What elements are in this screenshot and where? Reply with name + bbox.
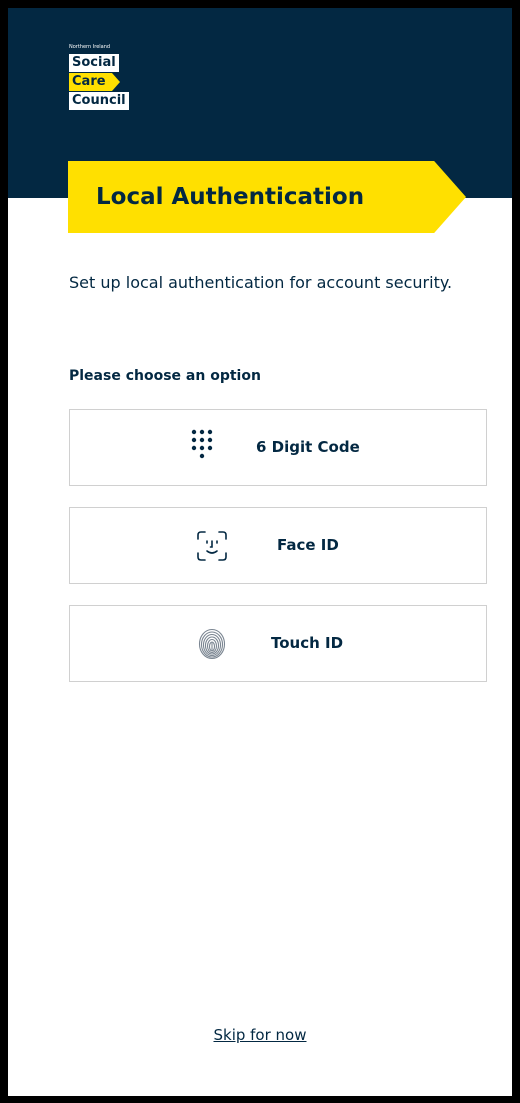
app-screen: Northern Ireland Social Care Council Loc… bbox=[8, 8, 512, 1096]
intro-text: Set up local authentication for account … bbox=[69, 273, 453, 292]
title-banner: Local Authentication bbox=[68, 161, 466, 233]
option-label-face-id: Face ID bbox=[277, 536, 339, 554]
logo: Northern Ireland Social Care Council bbox=[69, 44, 129, 111]
choose-option-label: Please choose an option bbox=[69, 368, 261, 384]
touch-id-option[interactable]: Touch ID bbox=[69, 605, 487, 682]
six-digit-code-option[interactable]: 6 Digit Code bbox=[69, 409, 487, 486]
logo-word-council: Council bbox=[69, 92, 129, 110]
skip-for-now-link[interactable]: Skip for now bbox=[8, 1024, 512, 1046]
logo-word-social: Social bbox=[69, 54, 119, 72]
logo-word-care: Care bbox=[69, 73, 120, 91]
face-id-icon bbox=[197, 530, 227, 561]
logo-tagline: Northern Ireland bbox=[69, 44, 111, 50]
fingerprint-icon bbox=[198, 628, 226, 659]
option-label-six-digit-code: 6 Digit Code bbox=[256, 438, 360, 456]
face-id-option[interactable]: Face ID bbox=[69, 507, 487, 584]
page-title: Local Authentication bbox=[96, 184, 365, 210]
keypad-icon bbox=[191, 429, 213, 458]
option-label-touch-id: Touch ID bbox=[271, 634, 344, 652]
